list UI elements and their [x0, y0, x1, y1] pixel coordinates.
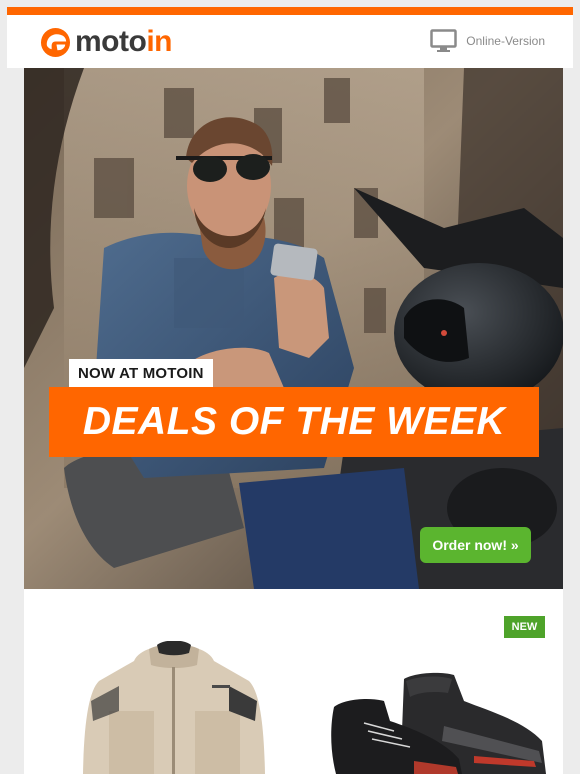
logo-wordmark: motoin [75, 25, 172, 59]
brand-accent-bar [7, 7, 573, 15]
product-image-riding-shoes[interactable] [324, 671, 554, 774]
hero-headline: DEALS OF THE WEEK [82, 400, 506, 443]
order-now-button[interactable]: Order now! » [420, 527, 531, 563]
product-image-jacket[interactable] [79, 641, 269, 774]
hero-headline-banner: DEALS OF THE WEEK [49, 387, 539, 457]
hero-photo-rider-with-phone [24, 68, 563, 589]
product-section: NEW [24, 589, 563, 774]
hero-eyebrow-label: NOW AT MOTOIN [69, 359, 213, 387]
email-header: motoin Online-Version [7, 15, 573, 68]
logo-text-in: in [146, 25, 172, 58]
monitor-icon [430, 29, 458, 52]
helmet-logo-icon [40, 27, 71, 57]
motoin-logo[interactable]: motoin [40, 25, 172, 59]
hero-banner[interactable]: NOW AT MOTOIN DEALS OF THE WEEK Order no… [24, 68, 563, 589]
online-version-link[interactable]: Online-Version [430, 29, 545, 53]
logo-text-moto: moto [75, 25, 147, 58]
online-version-label: Online-Version [466, 34, 545, 48]
new-badge: NEW [504, 616, 545, 638]
